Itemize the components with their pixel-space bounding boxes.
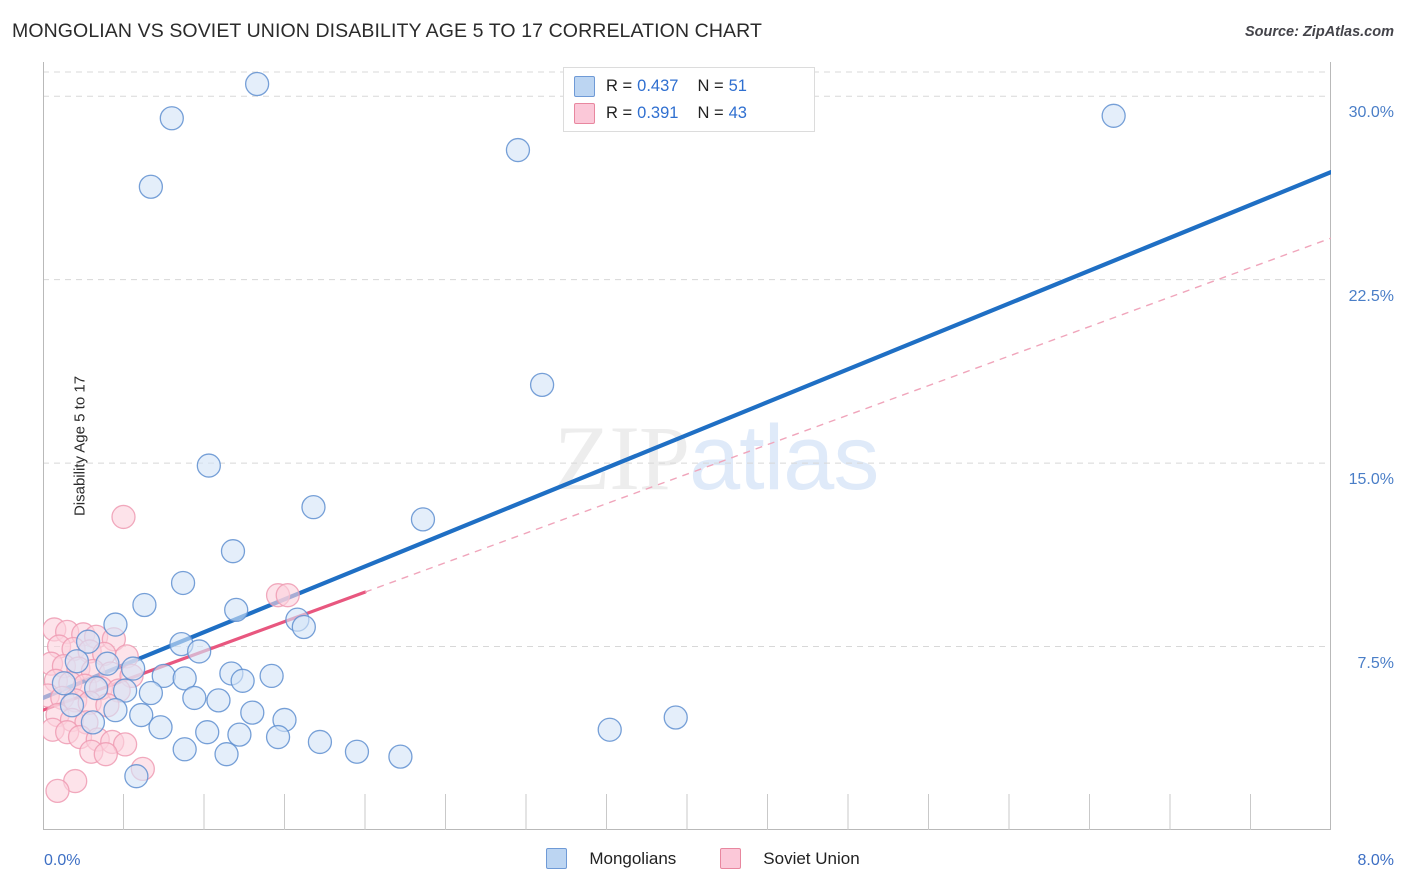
y-axis-tick-label: 30.0%: [1348, 104, 1394, 122]
n-value-pink: 43: [728, 104, 747, 122]
series-legend-item-mongolians[interactable]: Mongolians: [546, 848, 676, 869]
y-axis-tick-label: 7.5%: [1357, 654, 1394, 672]
series-legend: Mongolians Soviet Union: [0, 848, 1406, 869]
stat-row-soviet-union: R = 0.391 N = 43: [574, 100, 804, 127]
page-title: MONGOLIAN VS SOVIET UNION DISABILITY AGE…: [12, 20, 762, 42]
data-points-mongolians: [51, 71, 1126, 789]
n-label-blue: N =: [697, 77, 724, 95]
x-axis-min-label: 0.0%: [44, 852, 81, 869]
r-value-blue: 0.437: [637, 77, 679, 95]
correlation-stats-legend: R = 0.437 N = 51 R = 0.391 N = 43: [563, 67, 815, 132]
scatter-plot-svg: [43, 62, 1331, 830]
stat-row-mongolians: R = 0.437 N = 51: [574, 73, 804, 100]
r-label-blue: R =: [606, 77, 633, 95]
n-value-blue: 51: [728, 77, 747, 95]
y-axis-tick-label: 15.0%: [1348, 471, 1394, 489]
series-legend-item-soviet-union[interactable]: Soviet Union: [720, 848, 860, 869]
n-label-pink: N =: [697, 104, 724, 122]
legend-swatch-blue-icon: [574, 76, 595, 97]
r-value-pink: 0.391: [637, 104, 679, 122]
r-label-pink: R =: [606, 104, 633, 122]
series-swatch-soviet-union-icon: [720, 848, 742, 869]
trendline-soviet-union: [43, 237, 1331, 712]
plot-area: [43, 62, 1331, 830]
legend-swatch-pink-icon: [574, 103, 595, 124]
x-axis-ticks: [123, 794, 1251, 830]
series-swatch-mongolians-icon: [546, 848, 568, 869]
correlation-chart: MONGOLIAN VS SOVIET UNION DISABILITY AGE…: [0, 0, 1406, 892]
series-label-soviet-union: Soviet Union: [763, 848, 860, 868]
y-axis-tick-label: 22.5%: [1348, 287, 1394, 305]
x-axis-max-label: 8.0%: [1357, 852, 1394, 869]
source-label: Source: ZipAtlas.com: [1244, 24, 1394, 40]
series-label-mongolians: Mongolians: [589, 848, 677, 868]
